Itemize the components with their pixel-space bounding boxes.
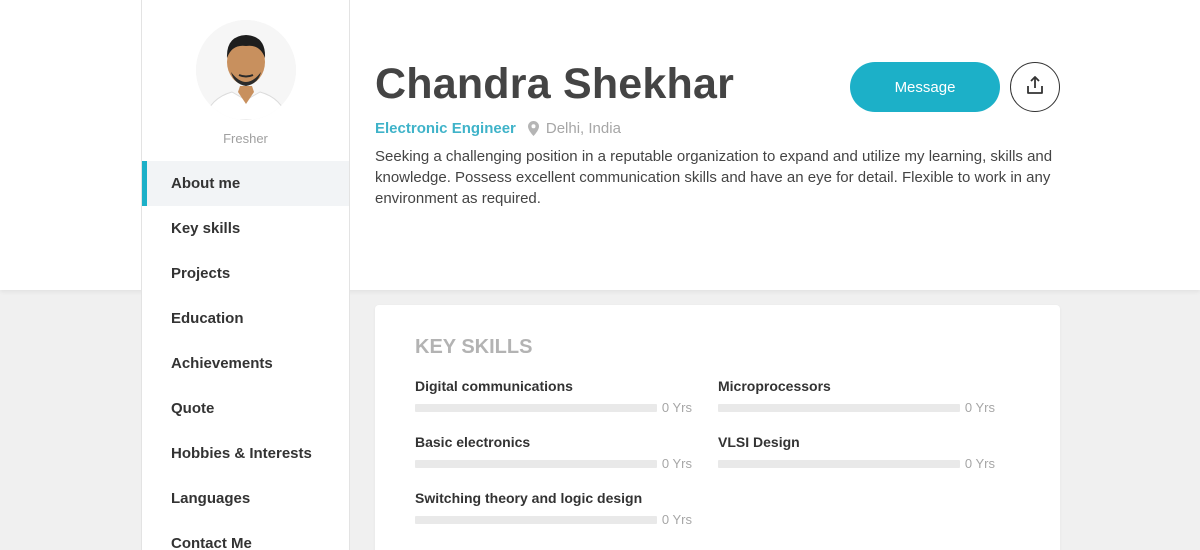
sidebar-item-languages[interactable]: Languages: [142, 476, 349, 521]
skill-name: Basic electronics: [415, 434, 531, 450]
skill-years: 0 Yrs: [661, 512, 692, 527]
share-upload-icon: [1025, 75, 1045, 100]
job-title: Electronic Engineer: [375, 120, 516, 137]
skill-progress-bar: [718, 459, 960, 468]
sidebar-item-key-skills[interactable]: Key skills: [142, 206, 349, 251]
skill-item: VLSI Design 0 Yrs: [718, 434, 995, 484]
skill-name: VLSI Design: [718, 434, 800, 450]
skill-name: Switching theory and logic design: [415, 490, 643, 506]
skill-item: Microprocessors 0 Yrs: [718, 378, 995, 428]
skill-progress-bar: [415, 515, 657, 524]
skill-item: Switching theory and logic design 0 Yrs: [415, 490, 692, 540]
sidebar-item-contact-me[interactable]: Contact Me: [142, 521, 349, 550]
skill-progress-bar: [415, 403, 657, 412]
skill-years: 0 Yrs: [964, 456, 995, 471]
skill-years: 0 Yrs: [964, 400, 995, 415]
sidebar: Fresher About me Key skills Projects Edu…: [141, 0, 350, 550]
sidebar-item-achievements[interactable]: Achievements: [142, 341, 349, 386]
profile-subline: Electronic Engineer Delhi, India: [375, 120, 621, 137]
skill-progress-bar: [415, 459, 657, 468]
profile-summary: Seeking a challenging position in a repu…: [375, 148, 1053, 207]
skill-progress-bar: [718, 403, 960, 412]
sidebar-nav: About me Key skills Projects Education A…: [142, 161, 349, 550]
location-pin-icon: [527, 121, 539, 136]
key-skills-card: KEY SKILLS Digital communications 0 Yrs …: [375, 305, 1060, 550]
profile-name: Chandra Shekhar: [375, 60, 735, 108]
sidebar-item-about-me[interactable]: About me: [142, 161, 349, 206]
skill-name: Digital communications: [415, 378, 573, 394]
location-text: Delhi, India: [545, 120, 621, 137]
sidebar-item-hobbies-interests[interactable]: Hobbies & Interests: [142, 431, 349, 476]
sidebar-item-quote[interactable]: Quote: [142, 386, 349, 431]
skill-item: Basic electronics 0 Yrs: [415, 434, 692, 484]
skill-name: Microprocessors: [718, 378, 831, 394]
avatar: [196, 20, 296, 120]
key-skills-title: KEY SKILLS: [415, 336, 533, 358]
skill-years: 0 Yrs: [661, 400, 692, 415]
profile-status: Fresher: [223, 131, 268, 146]
share-button[interactable]: [1010, 62, 1060, 112]
skill-item: Digital communications 0 Yrs: [415, 378, 692, 428]
skill-years: 0 Yrs: [661, 456, 692, 471]
sidebar-item-projects[interactable]: Projects: [142, 251, 349, 296]
sidebar-item-education[interactable]: Education: [142, 296, 349, 341]
message-button[interactable]: Message: [850, 62, 1000, 112]
